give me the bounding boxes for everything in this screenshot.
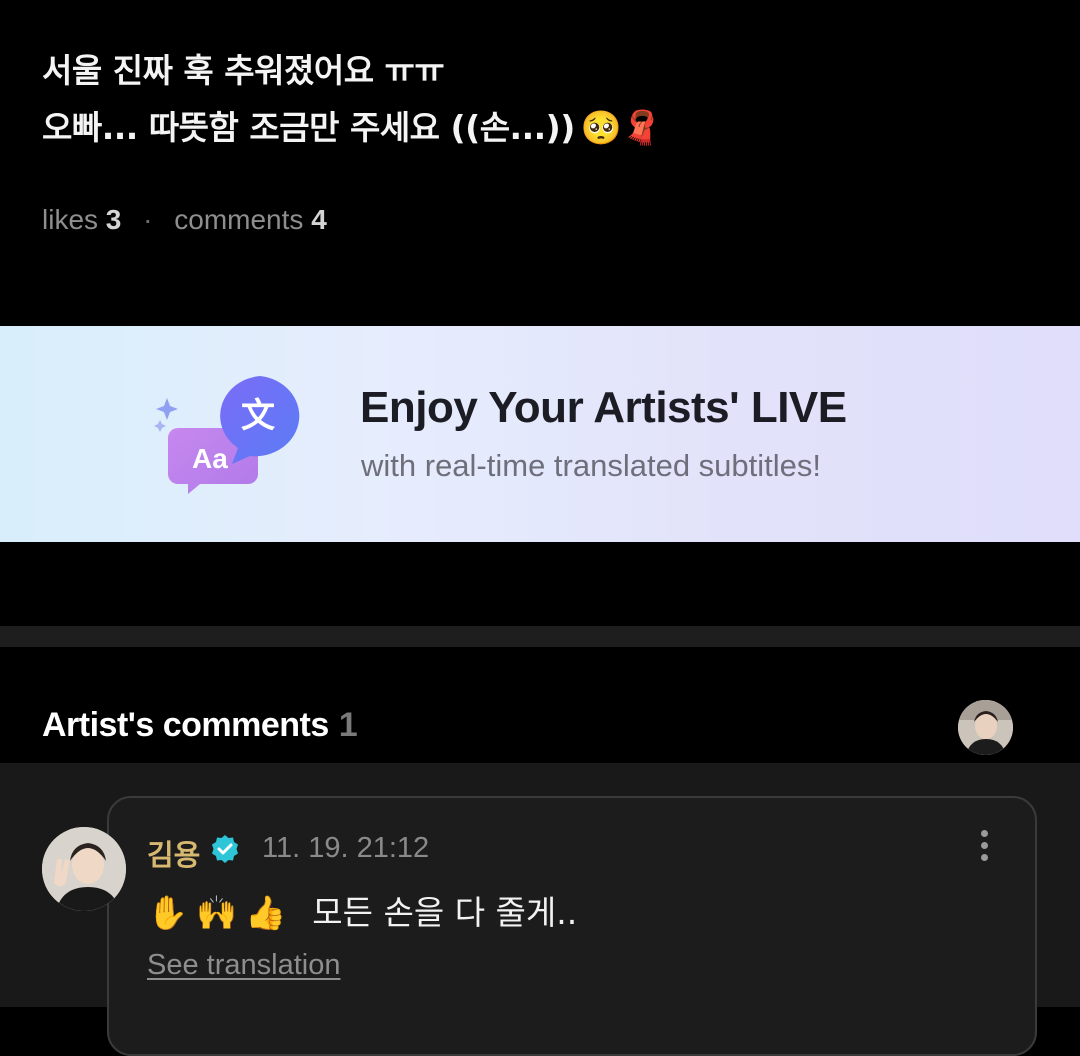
artist-comments-count: 1	[338, 706, 358, 744]
spacer	[0, 542, 1080, 626]
comment-body: 모든 손을 다 줄게..	[312, 893, 578, 932]
comment-text: ✋🙌👍 모든 손을 다 줄게..	[147, 886, 577, 934]
likes-count[interactable]: 3	[106, 204, 122, 235]
post-stats: likes 3 · comments 4	[42, 204, 327, 236]
comments-count[interactable]: 4	[311, 204, 327, 235]
artist-comments-header	[0, 647, 1080, 763]
comment-avatar[interactable]	[42, 827, 126, 911]
comment-emojis: ✋🙌👍	[147, 893, 295, 932]
comments-label: comments	[174, 204, 304, 235]
section-divider	[0, 626, 1080, 647]
artist-comments-label: Artist's comments	[42, 706, 329, 744]
svg-text:Aa: Aa	[192, 443, 228, 474]
artist-avatar[interactable]	[958, 700, 1013, 755]
stats-separator: ·	[143, 204, 153, 235]
translate-bubbles-icon: Aa 文	[150, 372, 310, 502]
more-options-icon[interactable]	[972, 830, 996, 868]
svg-text:文: 文	[241, 396, 275, 436]
pleading-scarf-emoji: 🥺🧣	[580, 108, 663, 147]
post-text-line-1: 서울 진짜 훅 추워졌어요 ㅠㅠ	[42, 51, 445, 90]
post-text-line-2-text: 오빠... 따뜻함 조금만 주세요 ((손...))	[42, 108, 575, 147]
artist-comments-title: Artist's comments 1	[42, 706, 358, 745]
verified-badge-icon	[210, 834, 240, 868]
post-text-line-2: 오빠... 따뜻함 조금만 주세요 ((손...)) 🥺🧣	[42, 101, 663, 149]
see-translation-link[interactable]: See translation	[147, 949, 340, 982]
likes-label: likes	[42, 204, 99, 235]
comment-timestamp: 11. 19. 21:12	[262, 832, 430, 864]
comment-author[interactable]: 김용	[147, 832, 200, 874]
banner-subtitle: with real-time translated subtitles!	[361, 448, 822, 483]
banner-title: Enjoy Your Artists' LIVE	[360, 383, 847, 432]
